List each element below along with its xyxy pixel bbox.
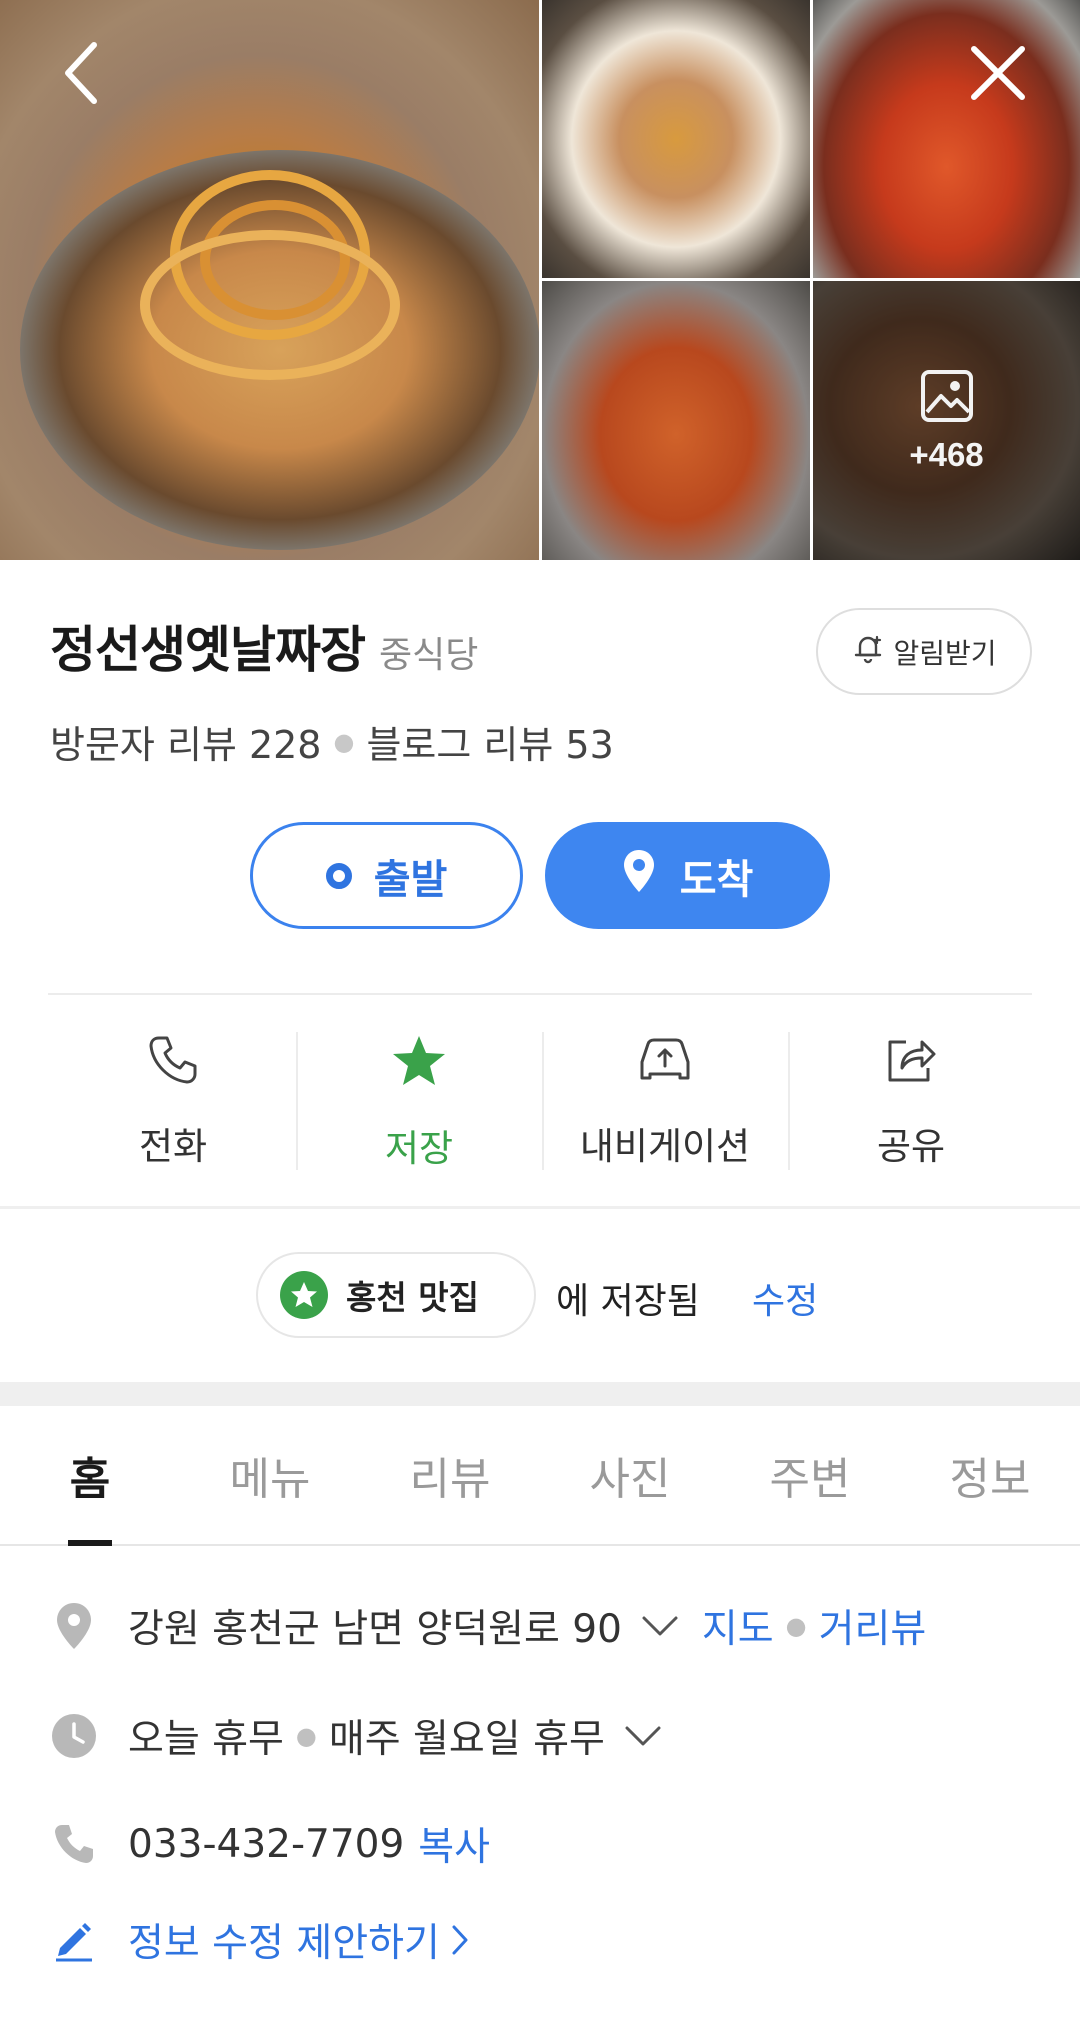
- tab-nearby[interactable]: 주변: [720, 1406, 900, 1544]
- photo-gallery[interactable]: +468: [0, 0, 1080, 560]
- chevron-down-icon[interactable]: [623, 1724, 663, 1748]
- hours-today: 오늘 휴무: [128, 1717, 284, 1762]
- star-icon: [391, 1034, 447, 1088]
- saved-list-chip[interactable]: 홍천 맛집: [256, 1252, 536, 1338]
- saved-list-name: 홍천 맛집: [346, 1278, 479, 1317]
- close-button[interactable]: [963, 40, 1033, 110]
- clock-icon: [50, 1713, 98, 1759]
- action-bar: 전화 저장 내비게이션 공유: [50, 1032, 1034, 1170]
- tab-reviews[interactable]: 리뷰: [360, 1406, 540, 1544]
- phone-icon: [50, 1822, 98, 1866]
- saved-star-badge-icon: [280, 1271, 328, 1319]
- suggest-edit-row[interactable]: 정보 수정 제안하기: [50, 1912, 470, 1968]
- separator-dot: ●: [785, 1612, 807, 1640]
- saved-status-text: 에 저장됨: [556, 1281, 700, 1322]
- pencil-icon: [50, 1918, 98, 1962]
- notify-button[interactable]: 알림받기: [816, 608, 1032, 695]
- notify-label: 알림받기: [893, 636, 997, 670]
- tab-photos[interactable]: 사진: [540, 1406, 720, 1544]
- back-arrow-icon: [60, 41, 100, 109]
- divider: [0, 1206, 1080, 1209]
- divider: [48, 993, 1032, 995]
- navigation-label: 내비게이션: [579, 1125, 751, 1168]
- tab-bar: 홈 메뉴 리뷰 사진 주변 정보: [0, 1406, 1080, 1546]
- arrive-route-label: 도착: [679, 856, 754, 903]
- address-text[interactable]: 강원 홍천군 남면 양덕원로 90: [128, 1598, 622, 1654]
- more-photos-button[interactable]: +468: [813, 281, 1080, 560]
- separator-dot: ●: [333, 727, 355, 756]
- tab-info[interactable]: 정보: [900, 1406, 1080, 1544]
- image-icon: [919, 368, 975, 428]
- section-divider: [0, 1382, 1080, 1406]
- food-photo-3[interactable]: [813, 0, 1080, 278]
- edit-saved-link[interactable]: 수정: [752, 1272, 818, 1324]
- car-navigation-icon: [636, 1034, 694, 1086]
- food-photo-4[interactable]: [542, 281, 810, 560]
- hours-weekly[interactable]: 매주 월요일 휴무: [329, 1708, 605, 1764]
- more-photos-count: +468: [909, 435, 984, 473]
- close-icon: [970, 45, 1026, 105]
- place-title-row: 정선생옛날짜장 중식당: [50, 610, 478, 682]
- visitor-review-count[interactable]: 방문자 리뷰 228: [50, 714, 322, 769]
- share-action[interactable]: 공유: [788, 1032, 1034, 1170]
- place-category: 중식당: [379, 635, 479, 676]
- back-button[interactable]: [45, 40, 115, 110]
- phone-number[interactable]: 033-432-7709: [128, 1822, 404, 1867]
- tab-home[interactable]: 홈: [0, 1406, 180, 1546]
- location-pin-icon: [50, 1601, 98, 1651]
- hours-row: 오늘 휴무 ● 매주 월요일 휴무: [50, 1708, 663, 1764]
- share-label: 공유: [876, 1125, 946, 1168]
- map-link[interactable]: 지도: [702, 1598, 774, 1654]
- tab-menu[interactable]: 메뉴: [180, 1406, 360, 1544]
- food-photo-2[interactable]: [542, 0, 810, 278]
- phone-row: 033-432-7709 복사: [50, 1816, 490, 1872]
- start-route-button[interactable]: 출발: [250, 822, 523, 929]
- arrive-route-button[interactable]: 도착: [545, 822, 830, 929]
- address-row: 강원 홍천군 남면 양덕원로 90 지도 ● 거리뷰: [50, 1598, 926, 1654]
- save-label: 저장: [384, 1127, 454, 1170]
- chevron-right-icon: [450, 1923, 470, 1957]
- copy-phone-link[interactable]: 복사: [418, 1816, 490, 1872]
- review-counts: 방문자 리뷰 228 ● 블로그 리뷰 53: [50, 714, 614, 769]
- blog-review-count[interactable]: 블로그 리뷰 53: [366, 714, 613, 769]
- place-name: 정선생옛날짜장: [50, 621, 366, 679]
- roadview-link[interactable]: 거리뷰: [819, 1598, 927, 1654]
- bell-icon: [851, 631, 893, 672]
- suggest-edit-link[interactable]: 정보 수정 제안하기: [128, 1912, 440, 1968]
- call-label: 전화: [138, 1125, 208, 1168]
- navigation-action[interactable]: 내비게이션: [542, 1032, 788, 1170]
- call-action[interactable]: 전화: [50, 1032, 296, 1170]
- separator-dot: ●: [295, 1722, 317, 1750]
- start-point-icon: [325, 862, 352, 889]
- start-route-label: 출발: [373, 856, 448, 903]
- map-pin-icon: [622, 848, 680, 904]
- phone-icon: [147, 1034, 199, 1086]
- share-icon: [884, 1034, 938, 1086]
- save-action[interactable]: 저장: [296, 1032, 542, 1170]
- chevron-down-icon[interactable]: [640, 1614, 680, 1638]
